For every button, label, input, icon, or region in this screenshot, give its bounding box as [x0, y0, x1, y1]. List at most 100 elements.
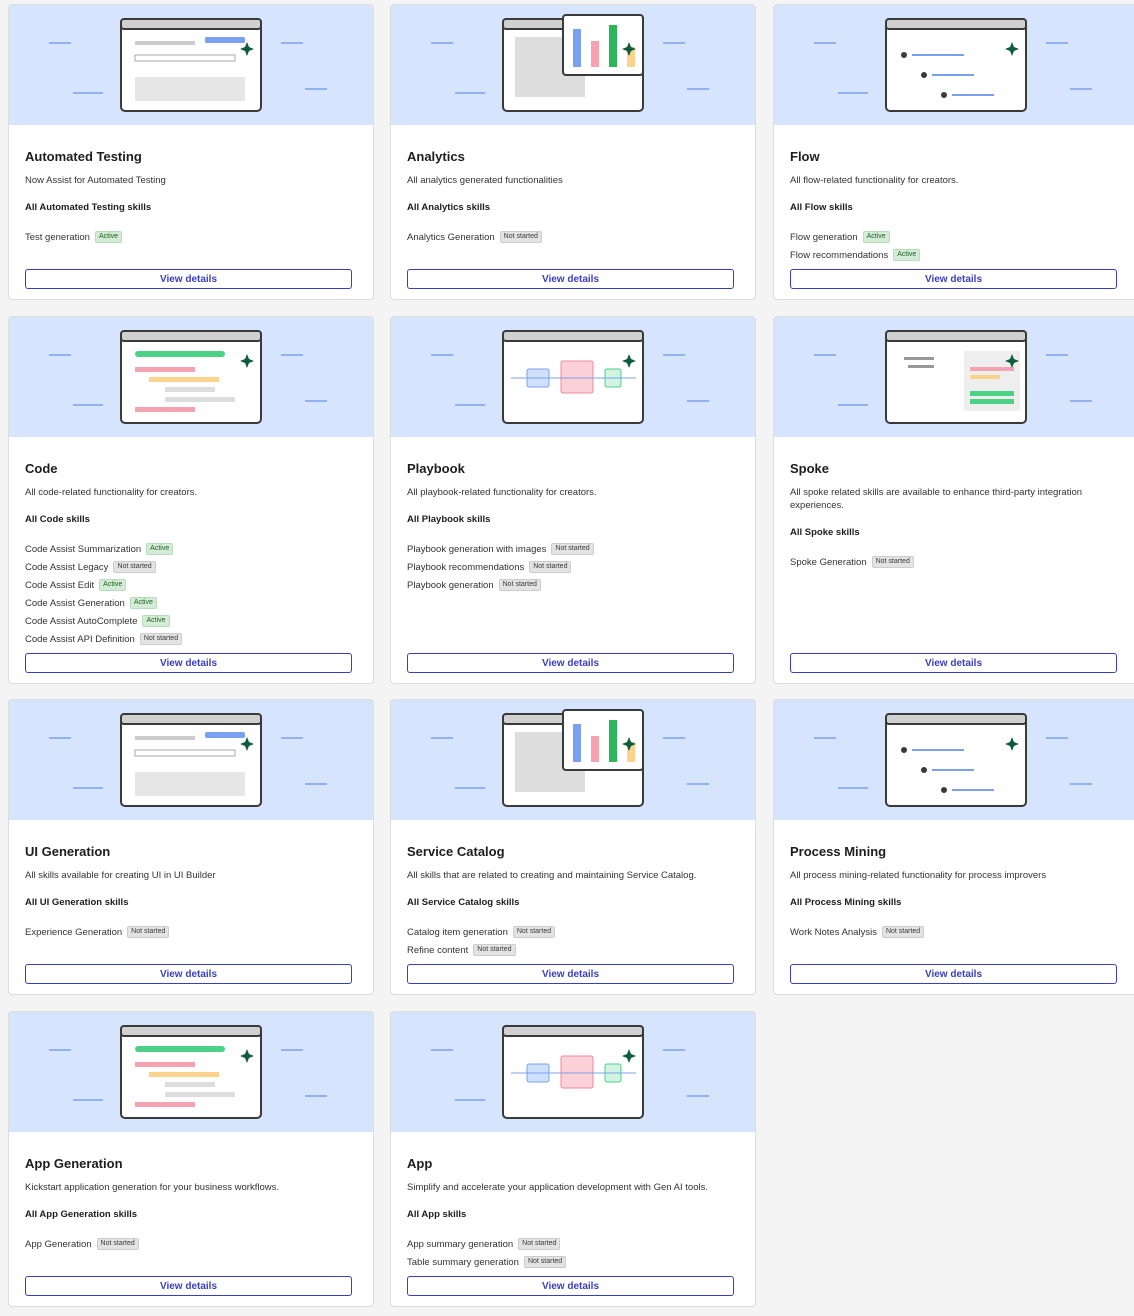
skill-item: Refine content Not started	[407, 944, 516, 956]
card-description: Simplify and accelerate your application…	[407, 1182, 708, 1193]
card-illustration	[774, 317, 1134, 437]
skill-name: Experience Generation	[25, 926, 123, 938]
view-details-button[interactable]: View details	[25, 1276, 352, 1296]
all-skills-link[interactable]: All App skills	[407, 1209, 466, 1220]
skill-item: Analytics Generation Not started	[407, 231, 542, 243]
skill-item: Code Assist Edit Active	[25, 579, 127, 591]
skill-name: Refine content	[407, 944, 469, 956]
all-skills-link[interactable]: All Spoke skills	[790, 527, 860, 538]
view-details-button[interactable]: View details	[407, 269, 734, 289]
status-badge: Active	[129, 597, 157, 609]
card-content: App Simplify and accelerate your applicat…	[407, 1132, 734, 1306]
all-skills-link[interactable]: All UI Generation skills	[25, 897, 128, 908]
card-description: All flow-related functionality for creat…	[790, 175, 959, 186]
all-skills-link[interactable]: All Code skills	[25, 514, 90, 525]
skill-name: Flow generation	[790, 231, 858, 243]
skill-item: Flow recommendations Active	[790, 249, 921, 261]
status-badge: Active	[99, 579, 127, 591]
card-description: Kickstart application generation for you…	[25, 1182, 279, 1193]
skill-name: Code Assist Edit	[25, 579, 95, 591]
skill-item: Spoke Generation Not started	[790, 556, 914, 568]
view-details-button[interactable]: View details	[790, 964, 1117, 984]
view-details-button[interactable]: View details	[25, 269, 352, 289]
card-illustration	[9, 1012, 373, 1132]
status-badge: Active	[94, 231, 123, 243]
view-details-button[interactable]: View details	[25, 964, 352, 984]
all-skills-link[interactable]: All Service Catalog skills	[407, 897, 519, 908]
status-badge: Not started	[551, 543, 594, 555]
all-skills-link[interactable]: All Process Mining skills	[790, 897, 901, 908]
skill-name: Playbook generation	[407, 579, 494, 591]
status-badge: Not started	[881, 926, 925, 938]
card-title: App	[407, 1156, 433, 1171]
skill-card-playbook: Playbook All playbook-related functionali…	[390, 316, 756, 684]
card-title: Analytics	[407, 149, 465, 164]
status-badge: Active	[146, 543, 174, 555]
status-badge: Not started	[473, 944, 516, 956]
card-content: Automated Testing Now Assist for Automate…	[25, 125, 352, 299]
skill-name: Table summary generation	[407, 1256, 519, 1268]
all-skills-link[interactable]: All Automated Testing skills	[25, 202, 151, 213]
view-details-button[interactable]: View details	[790, 269, 1117, 289]
card-description: All spoke related skills are available t…	[790, 487, 1083, 511]
card-description: All analytics generated functionalities	[407, 175, 563, 186]
skill-item: App summary generation Not started	[407, 1238, 561, 1250]
card-title: Code	[25, 461, 58, 476]
skill-card-code: Code All code-related functionality for c…	[8, 316, 374, 684]
skill-item: Test generation Active	[25, 231, 123, 243]
skill-name: App Generation	[25, 1238, 92, 1250]
card-description: All playbook-related functionality for c…	[407, 487, 597, 498]
card-content: Flow All flow-related functionality for c…	[790, 125, 1117, 299]
skill-item: Flow generation Active	[790, 231, 890, 243]
card-description: All process mining-related functionality…	[790, 870, 1047, 881]
skill-card-ui-generation: UI Generation All skills available for cr…	[8, 699, 374, 995]
card-illustration	[9, 5, 373, 125]
status-badge: Active	[142, 615, 170, 627]
all-skills-link[interactable]: All Flow skills	[790, 202, 853, 213]
card-content: Code All code-related functionality for c…	[25, 437, 352, 683]
card-description: All skills available for creating UI in …	[25, 870, 216, 881]
card-title: Service Catalog	[407, 844, 505, 859]
card-description: Now Assist for Automated Testing	[25, 175, 166, 186]
skill-name: Code Assist API Definition	[25, 633, 135, 645]
card-description: All code-related functionality for creat…	[25, 487, 198, 498]
skill-item: Work Notes Analysis Not started	[790, 926, 925, 938]
skill-item: Catalog item generation Not started	[407, 926, 556, 938]
skill-name: Code Assist Summarization	[25, 543, 142, 555]
skill-name: Analytics Generation	[407, 231, 495, 243]
skill-item: Playbook generation Not started	[407, 579, 541, 591]
all-skills-link[interactable]: All Playbook skills	[407, 514, 490, 525]
skill-item: Playbook generation with images Not start…	[407, 543, 594, 555]
skill-name: Work Notes Analysis	[790, 926, 877, 938]
skill-item: Code Assist Summarization Active	[25, 543, 174, 555]
card-illustration	[9, 317, 373, 437]
skill-name: Playbook recommendations	[407, 561, 525, 573]
card-title: Process Mining	[790, 844, 887, 859]
status-badge: Not started	[523, 1256, 567, 1268]
card-illustration	[391, 5, 755, 125]
skill-name: Flow recommendations	[790, 249, 889, 261]
view-details-button[interactable]: View details	[407, 1276, 734, 1296]
status-badge: Not started	[529, 561, 572, 573]
card-illustration	[774, 700, 1134, 820]
skill-name: Code Assist Legacy	[25, 561, 109, 573]
view-details-button[interactable]: View details	[407, 964, 734, 984]
status-badge: Not started	[499, 231, 542, 243]
card-illustration	[774, 5, 1134, 125]
skill-card-app-generation: App Generation Kickstart application gene…	[8, 1011, 374, 1307]
view-details-button[interactable]: View details	[25, 653, 352, 673]
card-content: Process Mining All process mining-related…	[790, 820, 1117, 994]
all-skills-link[interactable]: All App Generation skills	[25, 1209, 137, 1220]
view-details-button[interactable]: View details	[790, 653, 1117, 673]
skill-item: Playbook recommendations Not started	[407, 561, 572, 573]
view-details-button[interactable]: View details	[407, 653, 734, 673]
skill-name: App summary generation	[407, 1238, 514, 1250]
status-badge: Not started	[498, 579, 541, 591]
status-badge: Not started	[139, 633, 183, 645]
skill-item: Code Assist API Definition Not started	[25, 633, 183, 645]
all-skills-link[interactable]: All Analytics skills	[407, 202, 490, 213]
skill-item: Code Assist Generation Active	[25, 597, 157, 609]
skill-card-spoke: Spoke All spoke related skills are availa…	[773, 316, 1134, 684]
skill-name: Catalog item generation	[407, 926, 508, 938]
status-badge: Not started	[127, 926, 170, 938]
